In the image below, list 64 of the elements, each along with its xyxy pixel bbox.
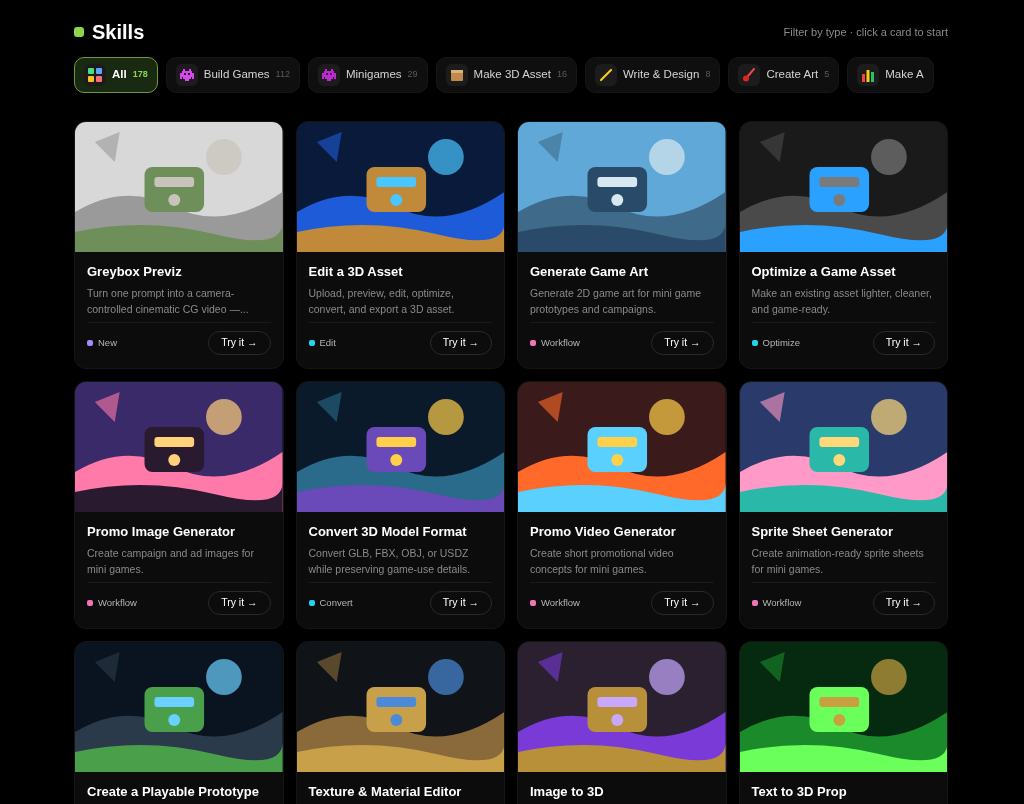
card-description: Convert GLB, FBX, OBJ, or USDZ while preserving game-use details.: [308, 546, 472, 577]
tag-label: Optimize: [762, 335, 800, 350]
tag-label: New: [98, 335, 117, 350]
box-icon: [449, 68, 464, 82]
card-description: Create campaign and ad images for mini games.: [87, 546, 255, 577]
card-title: Edit a 3D Asset: [308, 263, 404, 281]
try-it-button[interactable]: Try it →: [208, 591, 271, 615]
card-title: Create a Playable Prototype: [87, 783, 260, 801]
brush-icon: [742, 68, 757, 82]
card-title: Convert 3D Model Format: [308, 523, 468, 541]
card-description: Generate 2D game art for mini game prototypes and campaigns.: [530, 286, 702, 317]
tag-label: Workflow: [762, 595, 802, 610]
card-title: Image to 3D: [530, 783, 605, 801]
card-title: Sprite Sheet Generator: [751, 523, 895, 541]
filter-tab[interactable]: Make A: [847, 57, 934, 93]
tag-label: Workflow: [541, 335, 580, 350]
card-description: Turn one prompt into a camera-controlled cinematic CG video —...: [87, 286, 250, 317]
filter-tab[interactable]: Make 3D Asset 16: [435, 57, 577, 93]
card-description: Make an existing asset lighter, cleaner, and game-ready.: [751, 286, 933, 317]
try-it-button[interactable]: Try it →: [651, 331, 714, 355]
filter-tab[interactable]: Minigames 29: [307, 57, 428, 93]
card-description: Create animation-ready sprite sheets for mini games.: [751, 546, 925, 577]
card-title: Generate Game Art: [530, 263, 649, 281]
invader-icon: [179, 69, 194, 81]
card-description: Create short promotional video concepts for mini games.: [530, 546, 675, 577]
skill-card[interactable]: Generate Game Art Generate 2D game art for mini game prototypes and campaigns. Workflow Try it →: [517, 121, 727, 369]
card-title: Promo Video Generator: [530, 523, 677, 541]
skill-card[interactable]: Texture & Material Editor: [295, 641, 505, 804]
invader-icon: [321, 69, 336, 81]
pencil-icon: [598, 68, 613, 82]
filter-tab[interactable]: All 178: [74, 57, 158, 93]
bar-chart-icon: [861, 68, 876, 82]
skill-card[interactable]: Promo Image Generator Create campaign and ad images for mini games. Workflow Try it →: [74, 381, 284, 629]
card-title: Texture & Material Editor: [308, 783, 463, 801]
try-it-button[interactable]: Try it →: [208, 331, 271, 355]
skill-card[interactable]: Optimize a Game Asset Make an existing asset lighter, cleaner, and game-ready. Optimize Try it →: [738, 121, 948, 369]
card-title: Greybox Previz: [87, 263, 183, 281]
try-it-button[interactable]: Try it →: [429, 591, 492, 615]
filter-tab[interactable]: Build Games 112: [165, 57, 300, 93]
try-it-button[interactable]: Try it →: [872, 331, 935, 355]
try-it-button[interactable]: Try it →: [429, 331, 492, 355]
skill-card[interactable]: Promo Video Generator Create short promotional video concepts for mini games. Workflow Try it →: [517, 381, 727, 629]
skill-card[interactable]: Image to 3D: [517, 641, 727, 804]
tag-label: Workflow: [98, 595, 137, 610]
card-description: Upload, preview, edit, optimize, convert, and export a 3D asset.: [308, 286, 456, 317]
card-title: Promo Image Generator: [87, 523, 237, 541]
skill-card[interactable]: Create a Playable Prototype: [74, 641, 284, 804]
filter-tab[interactable]: Create Art 5: [728, 57, 840, 93]
grid-icon: [88, 68, 102, 82]
try-it-button[interactable]: Try it →: [872, 591, 935, 615]
hint-text: Filter by type · click a card to start: [783, 24, 948, 40]
skill-card[interactable]: Edit a 3D Asset Upload, preview, edit, optimize, convert, and export a 3D asset. Edit Try it →: [295, 121, 505, 369]
card-title: Text to 3D Prop: [751, 783, 848, 801]
filter-tab[interactable]: Write & Design 8: [584, 57, 721, 93]
tag-label: Workflow: [541, 595, 580, 610]
page-title: Skills: [92, 20, 145, 45]
tag-label: Edit: [319, 335, 336, 350]
try-it-button[interactable]: Try it →: [651, 591, 714, 615]
skill-card[interactable]: Greybox Previz Turn one prompt into a camera-controlled cinematic CG video —... New Try it →: [74, 121, 284, 369]
card-title: Optimize a Game Asset: [751, 263, 897, 281]
tag-label: Convert: [319, 595, 353, 610]
skill-card[interactable]: Text to 3D Prop: [738, 641, 948, 804]
skill-card[interactable]: Sprite Sheet Generator Create animation-ready sprite sheets for mini games. Workflow Try it →: [738, 381, 948, 629]
skill-card[interactable]: Convert 3D Model Format Convert GLB, FBX, OBJ, or USDZ while preserving game-use details. Convert Try it →: [295, 381, 505, 629]
